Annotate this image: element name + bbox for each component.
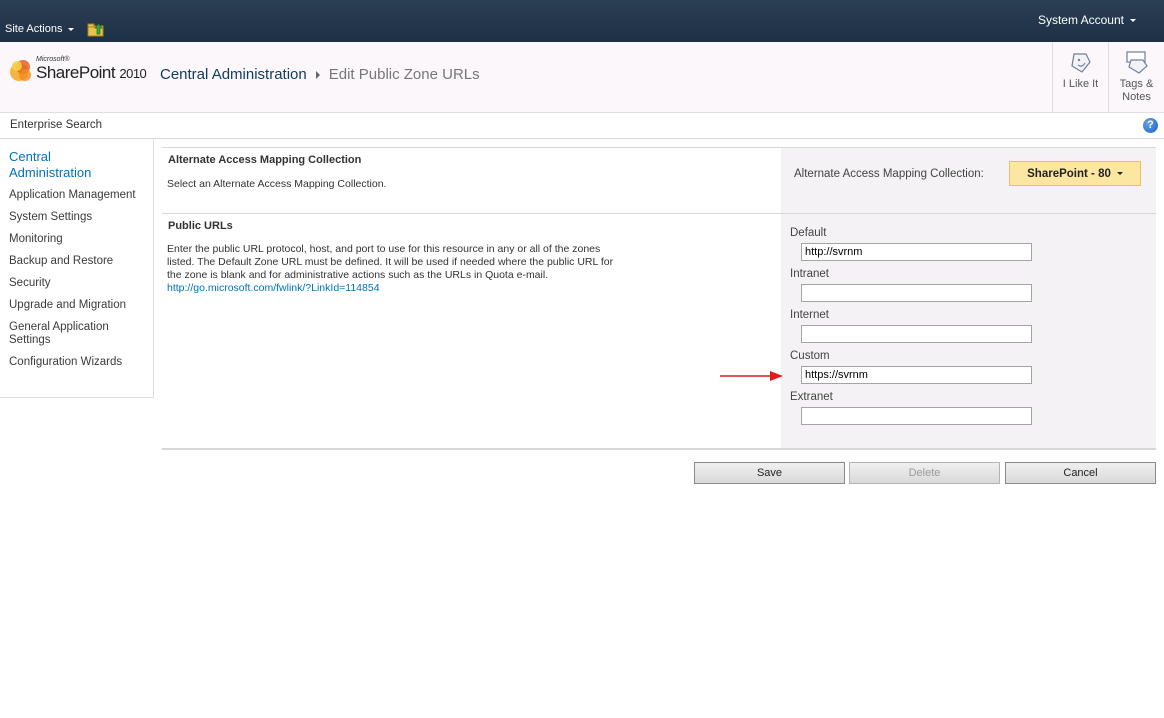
zone-label-default: Default bbox=[790, 227, 827, 239]
public-urls-title: Public URLs bbox=[168, 220, 233, 232]
public-urls-description: Public URLs Enter the public URL protoco… bbox=[162, 214, 781, 448]
nav-upgrade-and-migration[interactable]: Upgrade and Migration bbox=[9, 299, 126, 312]
site-actions-label: Site Actions bbox=[5, 23, 63, 35]
title-area: Microsoft® SharePoint 2010 Central Admin… bbox=[0, 42, 1164, 113]
ribbon-bar: Site Actions System Account bbox=[0, 0, 1164, 42]
cancel-button[interactable]: Cancel bbox=[1005, 462, 1156, 484]
breadcrumb: Central Administration Edit Public Zone … bbox=[160, 66, 480, 83]
nav-general-application-settings[interactable]: General Application Settings bbox=[9, 321, 109, 347]
sharepoint-logo-icon bbox=[10, 60, 31, 81]
i-like-it-icon bbox=[1070, 53, 1091, 73]
chevron-down-icon bbox=[68, 27, 75, 31]
zone-input-internet[interactable] bbox=[801, 325, 1032, 343]
public-urls-text-line-3: the zone is blank and for administrative… bbox=[167, 269, 549, 281]
help-icon[interactable]: ? bbox=[1143, 118, 1158, 133]
account-name: System Account bbox=[1037, 13, 1124, 27]
public-urls-section: Public URLs Enter the public URL protoco… bbox=[162, 213, 1156, 448]
nav-general-application-line-1: General Application bbox=[9, 321, 109, 333]
main-content: Alternate Access Mapping Collection Sele… bbox=[162, 147, 1156, 484]
zone-input-custom[interactable] bbox=[801, 366, 1032, 384]
sharepoint-logo[interactable]: Microsoft® SharePoint 2010 bbox=[8, 56, 153, 90]
chevron-down-icon bbox=[1130, 18, 1136, 22]
zone-input-extranet[interactable] bbox=[801, 407, 1032, 425]
zone-label-extranet: Extranet bbox=[790, 391, 833, 403]
i-like-it-button[interactable]: I Like It bbox=[1052, 42, 1108, 112]
tags-notes-label-2: Notes bbox=[1122, 91, 1151, 103]
social-buttons: I Like It Tags & Notes bbox=[1052, 42, 1164, 112]
i-like-it-label: I Like It bbox=[1062, 78, 1099, 90]
enterprise-search-link[interactable]: Enterprise Search bbox=[10, 119, 102, 131]
public-urls-text-line-1: Enter the public URL protocol, host, and… bbox=[167, 243, 601, 255]
aam-collection-dropdown[interactable]: SharePoint - 80 bbox=[1009, 161, 1141, 186]
logo-year: 2010 bbox=[119, 66, 147, 81]
nav-security[interactable]: Security bbox=[9, 277, 51, 290]
nav-monitoring[interactable]: Monitoring bbox=[9, 233, 63, 246]
top-nav-bar: Enterprise Search ? bbox=[0, 113, 1164, 139]
left-navigation: Central Administration Application Manag… bbox=[0, 139, 154, 398]
chevron-down-icon bbox=[1116, 172, 1123, 175]
nav-heading-line-2: Administration bbox=[9, 165, 92, 180]
zone-input-intranet[interactable] bbox=[801, 284, 1032, 302]
aam-section-description: Alternate Access Mapping Collection Sele… bbox=[162, 148, 781, 213]
delete-button: Delete bbox=[849, 462, 1000, 484]
public-urls-text: Enter the public URL protocol, host, and… bbox=[167, 243, 637, 295]
breadcrumb-separator-icon bbox=[315, 70, 320, 79]
zone-label-intranet: Intranet bbox=[790, 268, 829, 280]
logo-product-name: SharePoint bbox=[36, 63, 116, 82]
zone-label-internet: Internet bbox=[790, 309, 829, 321]
breadcrumb-central-administration[interactable]: Central Administration bbox=[160, 66, 307, 83]
tags-notes-label-1: Tags & bbox=[1119, 78, 1154, 90]
nav-configuration-wizards[interactable]: Configuration Wizards bbox=[9, 356, 122, 369]
nav-general-application-line-2: Settings bbox=[9, 334, 51, 346]
public-urls-text-line-2: listed. The Default Zone URL must be def… bbox=[167, 256, 614, 268]
logo-microsoft-text: Microsoft® bbox=[36, 56, 70, 63]
site-actions-menu[interactable]: Site Actions bbox=[5, 23, 75, 35]
section-divider bbox=[162, 448, 1156, 450]
page-title: Edit Public Zone URLs bbox=[328, 66, 480, 83]
tags-notes-icon bbox=[1125, 51, 1148, 74]
aam-section-text: Select an Alternate Access Mapping Colle… bbox=[167, 178, 387, 190]
logo-product-text: SharePoint 2010 bbox=[36, 63, 147, 83]
public-urls-fields: Default Intranet Internet Custom Extrane… bbox=[781, 214, 1156, 448]
aam-section-title: Alternate Access Mapping Collection bbox=[168, 154, 362, 166]
zone-label-custom: Custom bbox=[790, 350, 830, 362]
nav-application-management[interactable]: Application Management bbox=[9, 189, 136, 202]
account-menu[interactable]: System Account bbox=[1038, 13, 1136, 27]
nav-system-settings[interactable]: System Settings bbox=[9, 211, 92, 224]
nav-heading-line-1: Central bbox=[9, 149, 51, 164]
public-urls-help-link[interactable]: http://go.microsoft.com/fwlink/?LinkId=1… bbox=[167, 282, 637, 295]
aam-collection-section: Alternate Access Mapping Collection Sele… bbox=[162, 147, 1156, 213]
nav-backup-and-restore[interactable]: Backup and Restore bbox=[9, 255, 113, 268]
navigate-up-icon[interactable] bbox=[87, 22, 105, 37]
zone-input-default[interactable] bbox=[801, 243, 1032, 261]
nav-central-administration[interactable]: Central Administration bbox=[9, 149, 91, 181]
tags-notes-button[interactable]: Tags & Notes bbox=[1108, 42, 1164, 112]
aam-collection-label: Alternate Access Mapping Collection: bbox=[794, 168, 984, 180]
save-button[interactable]: Save bbox=[694, 462, 845, 484]
aam-section-control: Alternate Access Mapping Collection: Sha… bbox=[781, 148, 1156, 213]
aam-collection-selected: SharePoint - 80 bbox=[1027, 167, 1111, 180]
red-arrow-annotation-icon bbox=[720, 371, 783, 381]
